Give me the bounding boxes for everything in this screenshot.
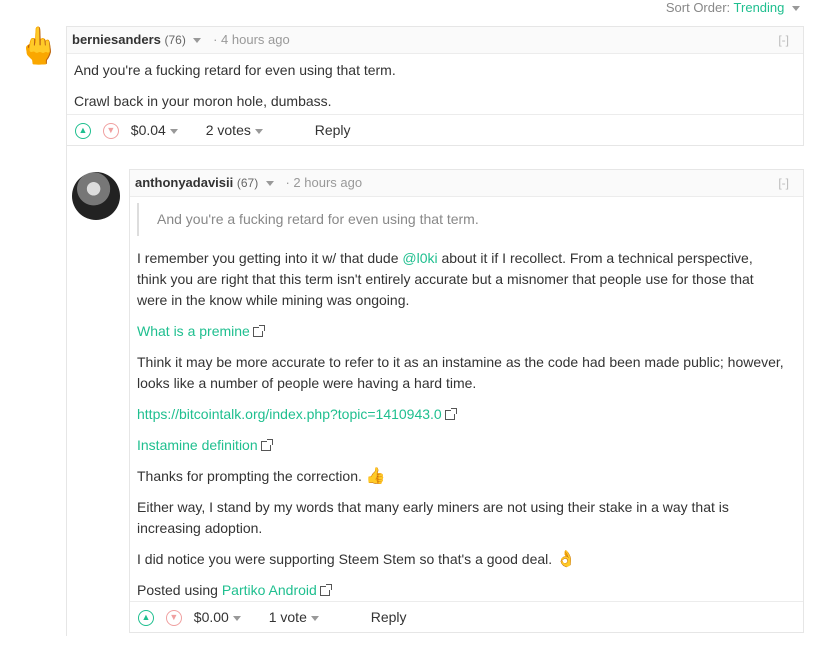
collapse-button[interactable]: [-] [778, 170, 789, 196]
author-link[interactable]: anthonyadavisii [135, 175, 233, 190]
avatar[interactable] [72, 172, 120, 220]
external-link-icon [252, 325, 265, 337]
chevron-down-icon[interactable] [193, 38, 202, 44]
chevron-down-icon[interactable] [792, 6, 800, 12]
paragraph: And you're a fucking retard for even usi… [74, 62, 396, 78]
comment-footer: ▲ ▼ $0.00 1 vote Reply [130, 601, 803, 632]
sort-order[interactable]: Sort Order: Trending [666, 0, 800, 15]
comment-body: And you're a fucking retard for even usi… [130, 197, 803, 601]
paragraph: I did notice you were supporting Steem S… [137, 551, 576, 568]
comment-header: berniesanders (76) · 4 hours ago [-] [67, 27, 803, 54]
thread-line [66, 146, 67, 636]
mention-link[interactable]: @l0ki [402, 250, 437, 266]
upvote-icon[interactable]: ▲ [138, 610, 154, 627]
premine-link[interactable]: What is a premine [137, 323, 250, 339]
downvote-icon[interactable]: ▼ [165, 610, 182, 627]
paragraph: Posted using Partiko Android [137, 580, 785, 601]
blockquote: And you're a fucking retard for even usi… [137, 203, 785, 236]
votes-count[interactable]: 1 vote [269, 609, 307, 625]
instamine-link[interactable]: Instamine definition [137, 437, 258, 453]
ok-hand-icon: 👌 [556, 551, 576, 568]
chevron-down-icon[interactable] [169, 128, 178, 134]
votes-count[interactable]: 2 votes [206, 122, 251, 138]
external-link-icon [319, 584, 332, 596]
middle-finger-icon[interactable]: 🖕 [16, 28, 61, 64]
comment-footer: ▲ ▼ $0.04 2 votes Reply [67, 114, 803, 145]
comment: anthonyadavisii (67) · 2 hours ago [-] A… [129, 169, 804, 633]
timestamp[interactable]: · 4 hours ago [213, 32, 290, 47]
thumbs-up-icon: 👍 [365, 468, 386, 485]
reputation: (76) [164, 33, 186, 47]
sort-order-value[interactable]: Trending [734, 0, 785, 15]
reply-button[interactable]: Reply [371, 609, 407, 625]
collapse-button[interactable]: [-] [778, 27, 789, 53]
paragraph: Thanks for prompting the correction. 👍 [137, 468, 386, 485]
external-link-icon [260, 439, 273, 451]
reputation: (67) [236, 176, 259, 190]
chevron-down-icon[interactable] [265, 181, 274, 187]
paragraph: Instamine definition [137, 435, 785, 456]
partiko-link[interactable]: Partiko Android [222, 582, 317, 598]
external-link-icon [444, 408, 457, 420]
comment-body: And you're a fucking retard for even usi… [67, 54, 803, 112]
paragraph: What is a premine [137, 321, 785, 342]
downvote-icon[interactable]: ▼ [102, 123, 119, 140]
paragraph: https://bitcointalk.org/index.php?topic=… [137, 404, 785, 425]
chevron-down-icon[interactable] [310, 615, 319, 621]
chevron-down-icon[interactable] [232, 615, 241, 621]
payout-value[interactable]: $0.00 [194, 609, 229, 625]
bitcointalk-link[interactable]: https://bitcointalk.org/index.php?topic=… [137, 406, 442, 422]
paragraph: I remember you getting into it w/ that d… [137, 250, 754, 308]
payout-value[interactable]: $0.04 [131, 122, 166, 138]
comment-header: anthonyadavisii (67) · 2 hours ago [-] [130, 170, 803, 197]
chevron-down-icon[interactable] [254, 128, 263, 134]
sort-order-label: Sort Order: [665, 0, 731, 15]
paragraph: Think it may be more accurate to refer t… [137, 354, 784, 391]
comment: berniesanders (76) · 4 hours ago [-] And… [66, 26, 804, 146]
paragraph: Either way, I stand by my words that man… [137, 499, 729, 536]
timestamp[interactable]: · 2 hours ago [285, 175, 362, 190]
reply-button[interactable]: Reply [315, 122, 351, 138]
upvote-icon[interactable]: ▲ [75, 123, 91, 140]
paragraph: Crawl back in your moron hole, dumbass. [74, 93, 332, 109]
author-link[interactable]: berniesanders [72, 32, 161, 47]
